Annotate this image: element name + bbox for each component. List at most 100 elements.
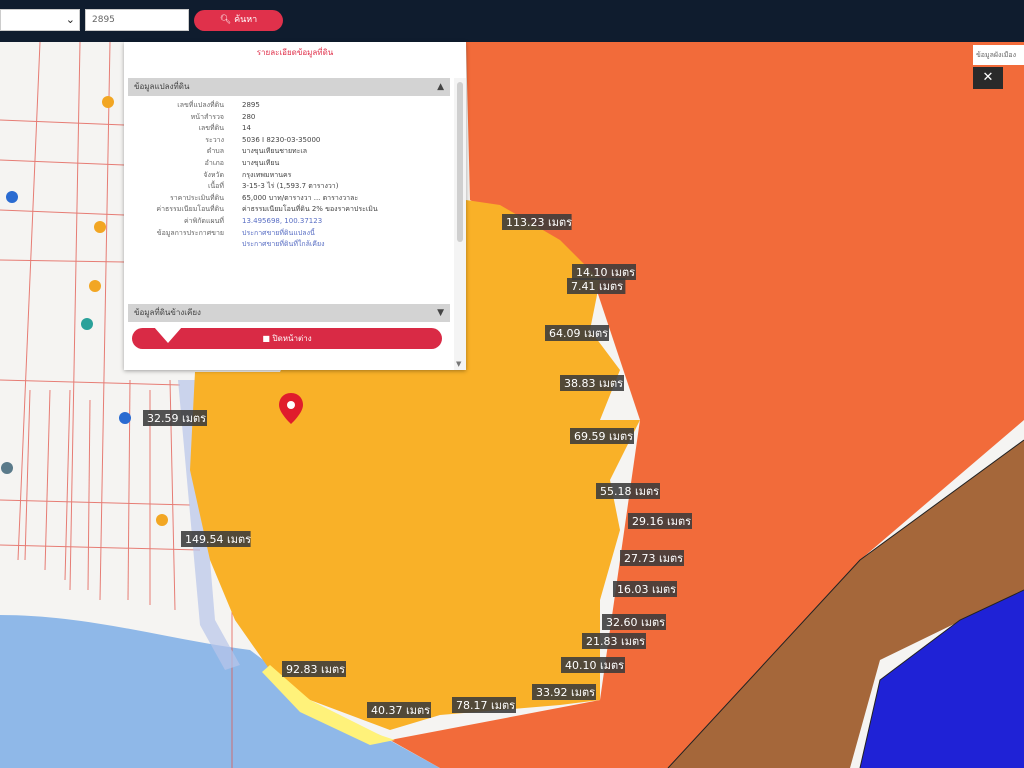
info-row: อำเภอ บางขุนเทียน	[128, 158, 450, 169]
distance-label: 149.54 เมตร	[181, 531, 251, 547]
info-row: จังหวัด กรุงเทพมหานคร	[128, 170, 450, 181]
info-row-value: 65,000 บาท/ตารางวา ... ตารางวาละ	[242, 193, 359, 202]
distance-label: 64.09 เมตร	[545, 325, 609, 341]
map-tip-box: ข้อมูลผังเมือง	[973, 45, 1024, 65]
popup-pointer	[154, 327, 182, 343]
info-row-value[interactable]: ประกาศขายที่ดินแปลงนี้	[242, 228, 448, 239]
poi-marker	[1, 462, 13, 474]
distance-label: 92.83 เมตร	[282, 661, 346, 677]
poi-marker	[81, 318, 93, 330]
search-button[interactable]: 🔍︎ ค้นหา	[194, 10, 283, 31]
info-row-key: จังหวัด	[203, 170, 224, 179]
info-row-key: ตำบล	[206, 147, 224, 156]
info-row-key: ระวาง	[205, 135, 224, 144]
distance-label-text: 7.41 เมตร	[571, 280, 623, 293]
distance-label-text: 14.10 เมตร	[576, 266, 635, 279]
info-row-key: ค่าธรรมเนียมโอนที่ดิน	[156, 205, 224, 214]
info-row-value: บางขุนเทียน	[242, 159, 280, 167]
info-row-key: ราคาประเมินที่ดิน	[169, 193, 224, 202]
info-row-key: เลขที่แปลงที่ดิน	[177, 101, 224, 109]
info-row: ค่าธรรมเนียมโอนที่ดิน ค่าธรรมเนียมโอนที่ด…	[128, 204, 450, 215]
distance-label-text: 78.17 เมตร	[456, 699, 515, 712]
distance-label-text: 40.37 เมตร	[371, 704, 430, 717]
distance-label-text: 40.10 เมตร	[565, 659, 624, 672]
distance-label-text: 38.83 เมตร	[564, 377, 623, 390]
section-parcel-info-title: ข้อมูลแปลงที่ดิน	[134, 82, 190, 91]
distance-label: 40.10 เมตร	[561, 657, 625, 673]
info-row-key: เลขที่ดิน	[198, 124, 224, 133]
info-row-value: 2895	[242, 101, 260, 109]
distance-label: 14.10 เมตร	[572, 264, 636, 280]
toolbar: ⌄ 2895 🔍︎ ค้นหา	[0, 0, 1024, 42]
info-row: ข้อมูลการประกาศขาย ประกาศขายที่ดินแปลงนี้	[128, 228, 450, 239]
distance-label: 40.37 เมตร	[367, 702, 431, 718]
distance-label-text: 21.83 เมตร	[586, 635, 645, 648]
info-row-key: อำเภอ	[204, 159, 224, 167]
section-nearby-land-title: ข้อมูลที่ดินข้างเคียง	[134, 308, 201, 317]
distance-label: 32.60 เมตร	[602, 614, 666, 630]
poi-marker	[119, 412, 131, 424]
section-parcel-info[interactable]: ข้อมูลแปลงที่ดิน ▲	[128, 78, 450, 96]
section-nearby-land[interactable]: ข้อมูลที่ดินข้างเคียง ▼	[128, 304, 450, 322]
expand-icon[interactable]: ▼	[437, 304, 444, 322]
info-row: ตำบล บางขุนเทียนชายทะเล	[128, 146, 450, 157]
distance-label-text: 64.09 เมตร	[549, 327, 608, 340]
zone-select[interactable]: ⌄	[0, 9, 80, 31]
info-row-value: 280	[242, 112, 256, 121]
info-row-value: 3-15-3 ไร่ (1,593.7 ตารางวา)	[242, 182, 339, 191]
scroll-down-icon[interactable]: ▼	[456, 360, 461, 368]
info-row: ค่าพิกัดแผนที่ 13.495698, 100.37123	[128, 216, 450, 227]
poi-marker	[6, 191, 18, 203]
info-row: เลขที่แปลงที่ดิน 2895	[128, 100, 450, 111]
parcel-info-popup: รายละเอียดข้อมูลที่ดิน ข้อมูลแปลงที่ดิน …	[124, 42, 466, 370]
info-row-value[interactable]: 13.495698, 100.37123	[242, 216, 448, 227]
chevron-down-icon: ⌄	[65, 13, 75, 26]
distance-label-text: 55.18 เมตร	[600, 485, 659, 498]
distance-label: 32.59 เมตร	[143, 410, 207, 426]
info-row-key: เนื้อที่	[208, 182, 224, 191]
distance-label-text: 27.73 เมตร	[624, 552, 683, 565]
info-row: เลขที่ดิน 14	[128, 123, 450, 134]
distance-label: 7.41 เมตร	[567, 278, 626, 294]
poi-marker	[89, 280, 101, 292]
distance-label: 33.92 เมตร	[532, 684, 596, 700]
distance-label-text: 32.60 เมตร	[606, 616, 665, 629]
info-row: หน้าสำรวจ 280	[128, 112, 450, 123]
close-icon[interactable]: ✕	[973, 67, 1003, 89]
distance-label-text: 29.16 เมตร	[632, 515, 691, 528]
popup-scrollbar[interactable]: ▼	[454, 78, 466, 370]
info-row-value: บางขุนเทียนชายทะเล	[242, 147, 308, 156]
search-button-label: ค้นหา	[234, 15, 258, 25]
distance-label-text: 33.92 เมตร	[536, 686, 595, 699]
distance-label-text: 16.03 เมตร	[617, 583, 676, 596]
distance-label: 21.83 เมตร	[582, 633, 646, 649]
info-row-value: ค่าธรรมเนียมโอนที่ดิน 2% ของราคาประเมิน	[242, 205, 378, 214]
poi-marker	[156, 514, 168, 526]
info-row: ระวาง 5036 I 8230-03-35000	[128, 135, 450, 146]
distance-label: 78.17 เมตร	[452, 697, 516, 713]
info-row-key: ข้อมูลการประกาศขาย	[156, 228, 224, 237]
distance-label: 16.03 เมตร	[613, 581, 677, 597]
search-input[interactable]: 2895	[85, 9, 189, 31]
collapse-icon[interactable]: ▲	[437, 78, 444, 96]
distance-label: 29.16 เมตร	[628, 513, 692, 529]
info-row-value[interactable]: ประกาศขายที่ดินที่ใกล้เคียง	[242, 239, 448, 250]
info-row: ประกาศขายที่ดินที่ใกล้เคียง	[128, 239, 450, 250]
distance-label-text: 92.83 เมตร	[286, 663, 345, 676]
search-icon: 🔍︎	[219, 15, 232, 25]
info-row-value: 5036 I 8230-03-35000	[242, 135, 321, 144]
info-row-value: กรุงเทพมหานคร	[242, 170, 292, 179]
poi-marker	[94, 221, 106, 233]
scrollbar-thumb[interactable]	[457, 82, 463, 242]
distance-label-text: 113.23 เมตร	[506, 216, 572, 229]
info-row-value: 14	[242, 124, 251, 133]
info-row: เนื้อที่ 3-15-3 ไร่ (1,593.7 ตารางวา)	[128, 181, 450, 192]
info-row-key: หน้าสำรวจ	[190, 112, 224, 121]
info-row: ราคาประเมินที่ดิน 65,000 บาท/ตารางวา ... …	[128, 193, 450, 204]
distance-label: 69.59 เมตร	[570, 428, 634, 444]
distance-label: 27.73 เมตร	[620, 550, 684, 566]
distance-label-text: 149.54 เมตร	[185, 533, 251, 546]
distance-label: 38.83 เมตร	[560, 375, 624, 391]
info-row-key: ค่าพิกัดแผนที่	[183, 217, 224, 225]
distance-label: 113.23 เมตร	[502, 214, 572, 230]
